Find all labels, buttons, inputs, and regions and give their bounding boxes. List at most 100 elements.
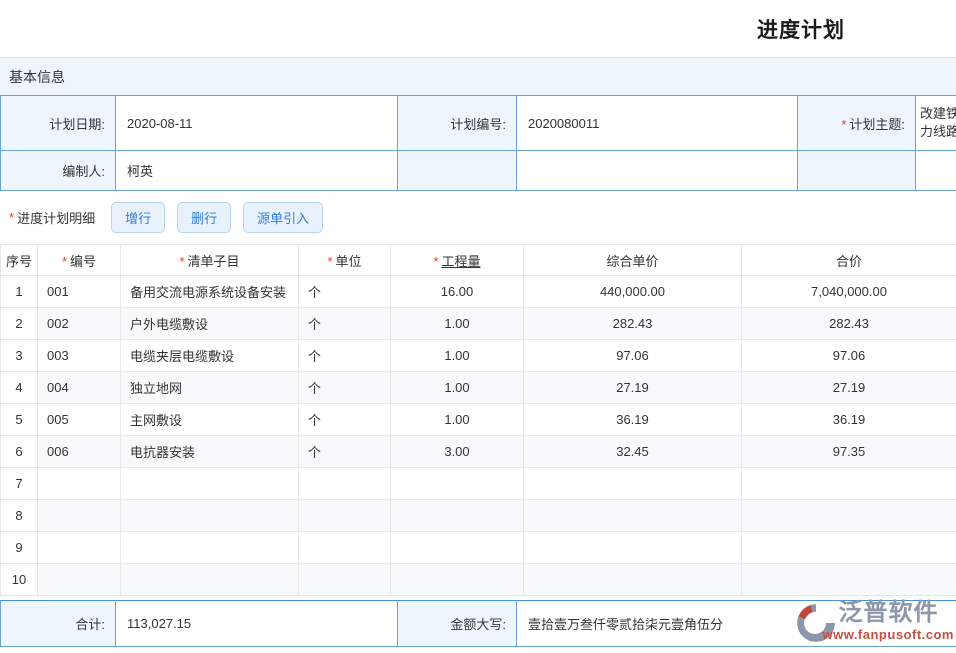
grid-cell-unit_price[interactable]: 440,000.00 bbox=[524, 276, 742, 308]
grid-cell-quantity[interactable]: 1.00 bbox=[391, 404, 524, 436]
creator-value[interactable]: 柯英 bbox=[116, 151, 398, 191]
grid-cell-unit[interactable] bbox=[299, 468, 391, 500]
row-index: 3 bbox=[1, 340, 38, 372]
grid-cell-unit_price[interactable]: 36.19 bbox=[524, 404, 742, 436]
row-index: 5 bbox=[1, 404, 38, 436]
grid-cell-item[interactable] bbox=[121, 564, 299, 596]
grid-cell-total[interactable]: 27.19 bbox=[742, 372, 956, 404]
grid-cell-total[interactable]: 97.06 bbox=[742, 340, 956, 372]
grid-cell-quantity[interactable]: 16.00 bbox=[391, 276, 524, 308]
grid-cell-unit[interactable]: 个 bbox=[299, 436, 391, 468]
col-header-total: 合价 bbox=[742, 245, 956, 276]
grid-cell-code[interactable] bbox=[38, 532, 121, 564]
grid-cell-item[interactable] bbox=[121, 468, 299, 500]
grid-cell-total[interactable]: 282.43 bbox=[742, 308, 956, 340]
import-source-button[interactable]: 源单引入 bbox=[243, 202, 323, 233]
grid-cell-item[interactable]: 电抗器安装 bbox=[121, 436, 299, 468]
grid-cell-unit_price[interactable] bbox=[524, 468, 742, 500]
grid-cell-item[interactable]: 电缆夹层电缆敷设 bbox=[121, 340, 299, 372]
grid-cell-item[interactable]: 主网敷设 bbox=[121, 404, 299, 436]
table-row: 3003电缆夹层电缆敷设个1.0097.0697.06 bbox=[1, 340, 956, 372]
grid-cell-unit[interactable]: 个 bbox=[299, 372, 391, 404]
add-row-button[interactable]: 增行 bbox=[111, 202, 165, 233]
grid-cell-total[interactable] bbox=[742, 468, 956, 500]
col-header-label: 序号 bbox=[6, 254, 32, 269]
plan-date-value[interactable]: 2020-08-11 bbox=[116, 96, 398, 151]
grid-cell-unit_price[interactable] bbox=[524, 500, 742, 532]
grid-cell-unit[interactable]: 个 bbox=[299, 308, 391, 340]
grid-cell-total[interactable]: 97.35 bbox=[742, 436, 956, 468]
grid-cell-unit_price[interactable]: 97.06 bbox=[524, 340, 742, 372]
plan-subject-value[interactable]: 改建铁力线路 bbox=[916, 96, 956, 151]
col-header-quantity[interactable]: *工程量 bbox=[391, 245, 524, 276]
grid-cell-code[interactable]: 006 bbox=[38, 436, 121, 468]
grid-cell-code[interactable]: 004 bbox=[38, 372, 121, 404]
grid-cell-code[interactable] bbox=[38, 500, 121, 532]
table-row: 10 bbox=[1, 564, 956, 596]
col-header-unit: *单位 bbox=[299, 245, 391, 276]
grid-cell-quantity[interactable]: 1.00 bbox=[391, 340, 524, 372]
grid-cell-quantity[interactable] bbox=[391, 532, 524, 564]
row-index: 7 bbox=[1, 468, 38, 500]
grid-cell-unit[interactable]: 个 bbox=[299, 276, 391, 308]
creator-label-text: 编制人: bbox=[62, 164, 105, 179]
detail-table: 序号 * 编号 *清单子目*单位*工程量 综合单价 合价 1001备用交流电源系统设备安装… bbox=[0, 244, 956, 596]
grid-cell-quantity[interactable] bbox=[391, 500, 524, 532]
grid-cell-unit[interactable]: 个 bbox=[299, 340, 391, 372]
grid-cell-item[interactable] bbox=[121, 500, 299, 532]
grid-cell-code[interactable]: 002 bbox=[38, 308, 121, 340]
col-header-label: 编号 bbox=[70, 254, 96, 269]
grid-cell-code[interactable] bbox=[38, 468, 121, 500]
grid-cell-quantity[interactable]: 1.00 bbox=[391, 308, 524, 340]
grid-cell-total[interactable]: 7,040,000.00 bbox=[742, 276, 956, 308]
grid-cell-code[interactable]: 005 bbox=[38, 404, 121, 436]
grid-cell-unit[interactable] bbox=[299, 532, 391, 564]
row-index: 4 bbox=[1, 372, 38, 404]
row-index: 9 bbox=[1, 532, 38, 564]
plan-code-value[interactable]: 2020080011 bbox=[517, 96, 798, 151]
table-row: 7 bbox=[1, 468, 956, 500]
delete-row-button[interactable]: 删行 bbox=[177, 202, 231, 233]
grid-cell-code[interactable]: 003 bbox=[38, 340, 121, 372]
grid-cell-unit[interactable] bbox=[299, 500, 391, 532]
grid-cell-total[interactable] bbox=[742, 564, 956, 596]
empty-value-cell bbox=[517, 151, 798, 191]
amount-words-label-text: 金额大写: bbox=[450, 617, 506, 632]
grid-cell-total[interactable] bbox=[742, 532, 956, 564]
grid-cell-unit_price[interactable]: 27.19 bbox=[524, 372, 742, 404]
plan-subject-value-text: 改建铁力线路 bbox=[920, 105, 956, 141]
plan-subject-label-text: 计划主题: bbox=[849, 117, 905, 132]
required-asterisk: * bbox=[179, 254, 184, 269]
grid-cell-total[interactable]: 36.19 bbox=[742, 404, 956, 436]
col-header-item: *清单子目 bbox=[121, 245, 299, 276]
grid-cell-item[interactable]: 备用交流电源系统设备安装 bbox=[121, 276, 299, 308]
grid-cell-total[interactable] bbox=[742, 500, 956, 532]
grid-cell-item[interactable]: 独立地网 bbox=[121, 372, 299, 404]
grid-cell-unit[interactable] bbox=[299, 564, 391, 596]
table-row: 6006电抗器安装个3.0032.4597.35 bbox=[1, 436, 956, 468]
row-index: 1 bbox=[1, 276, 38, 308]
grid-cell-code[interactable]: 001 bbox=[38, 276, 121, 308]
table-row: 8 bbox=[1, 500, 956, 532]
plan-code-label: 计划编号: bbox=[398, 96, 517, 151]
amount-words-label: 金额大写: bbox=[398, 601, 517, 647]
col-header-label: 综合单价 bbox=[606, 254, 658, 269]
table-row: 5005主网敷设个1.0036.1936.19 bbox=[1, 404, 956, 436]
grid-cell-unit_price[interactable] bbox=[524, 532, 742, 564]
plan-date-value-text: 2020-08-11 bbox=[127, 116, 193, 131]
grid-cell-quantity[interactable] bbox=[391, 564, 524, 596]
grid-cell-unit[interactable]: 个 bbox=[299, 404, 391, 436]
grid-cell-unit_price[interactable]: 282.43 bbox=[524, 308, 742, 340]
total-label-text: 合计: bbox=[75, 617, 105, 632]
vendor-watermark: 泛普软件 www.fanpusoft.com bbox=[794, 601, 954, 644]
detail-table-header-row: 序号 * 编号 *清单子目*单位*工程量 综合单价 合价 bbox=[1, 245, 956, 276]
table-row: 9 bbox=[1, 532, 956, 564]
grid-cell-code[interactable] bbox=[38, 564, 121, 596]
grid-cell-unit_price[interactable]: 32.45 bbox=[524, 436, 742, 468]
grid-cell-quantity[interactable]: 3.00 bbox=[391, 436, 524, 468]
grid-cell-item[interactable]: 户外电缆敷设 bbox=[121, 308, 299, 340]
grid-cell-quantity[interactable]: 1.00 bbox=[391, 372, 524, 404]
grid-cell-unit_price[interactable] bbox=[524, 564, 742, 596]
grid-cell-item[interactable] bbox=[121, 532, 299, 564]
grid-cell-quantity[interactable] bbox=[391, 468, 524, 500]
